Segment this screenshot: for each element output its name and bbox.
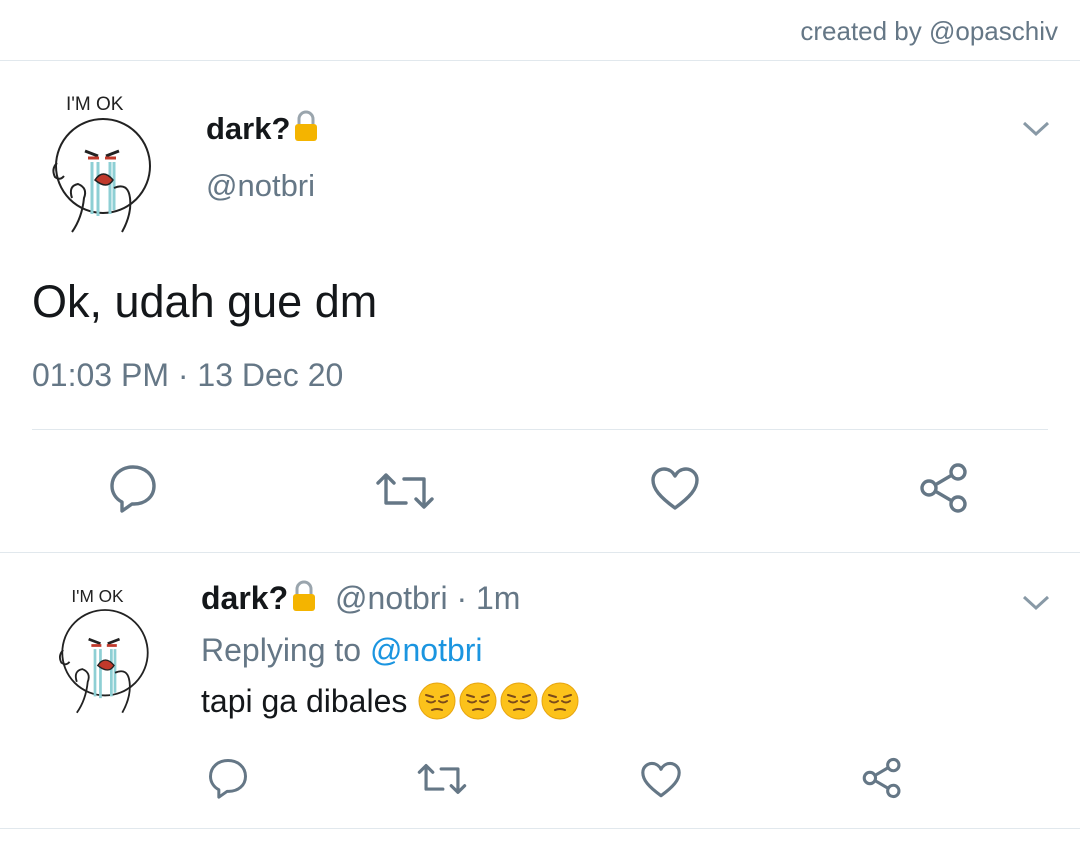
tweet-text: Ok, udah gue dm <box>32 276 378 327</box>
like-icon <box>651 467 699 510</box>
reply-button[interactable] <box>207 756 249 800</box>
like-button[interactable] <box>639 760 683 800</box>
chevron-down-icon[interactable] <box>1022 120 1050 138</box>
pensive-face-icon <box>541 682 579 720</box>
tweet-timestamp[interactable]: 01:03 PM · 13 Dec 20 <box>32 357 343 394</box>
retweet-button[interactable] <box>416 762 468 796</box>
actions-divider <box>32 429 1048 430</box>
replying-label: Replying to <box>201 632 362 668</box>
handle[interactable]: @notbri <box>335 580 448 616</box>
handle[interactable]: @notbri <box>206 168 315 204</box>
emoji-group <box>417 681 581 721</box>
like-icon <box>641 761 681 798</box>
header-divider <box>0 60 1080 61</box>
reply-time: · 1m <box>456 580 521 616</box>
avatar-caption: I'M OK <box>71 586 124 606</box>
reply-button[interactable] <box>108 462 158 514</box>
avatar[interactable]: I'M OK <box>55 580 155 720</box>
retweet-button[interactable] <box>374 470 436 512</box>
lock-icon <box>292 580 316 620</box>
reply-text-content: tapi ga dibales <box>201 682 408 719</box>
reply-header: dark? @notbri · 1m <box>201 580 520 620</box>
reply-text: tapi ga dibales <box>201 681 581 721</box>
like-button[interactable] <box>649 466 701 512</box>
retweet-icon <box>376 473 434 509</box>
replying-to: Replying to @notbri <box>201 632 483 669</box>
mention-link[interactable]: @notbri <box>370 632 483 668</box>
bottom-divider <box>0 828 1080 829</box>
chevron-down-icon[interactable] <box>1022 594 1050 612</box>
share-icon <box>862 757 901 799</box>
share-icon <box>920 463 967 513</box>
lock-icon <box>294 110 318 150</box>
pensive-face-icon <box>459 682 497 720</box>
retweet-icon <box>417 763 467 795</box>
reply-icon <box>209 759 247 799</box>
avatar-image: I'M OK <box>59 586 149 714</box>
display-name[interactable]: dark? <box>201 580 288 616</box>
share-button[interactable] <box>918 462 970 514</box>
share-button[interactable] <box>860 756 904 800</box>
tweet-divider <box>0 552 1080 553</box>
avatar-image: I'M OK <box>52 94 151 233</box>
pensive-face-icon <box>500 682 538 720</box>
credit-label: created by @opaschiv <box>800 16 1058 46</box>
display-name[interactable]: dark? <box>206 110 318 150</box>
avatar-caption: I'M OK <box>66 94 124 115</box>
reply-icon <box>110 465 156 513</box>
pensive-face-icon <box>418 682 456 720</box>
avatar[interactable]: I'M OK <box>48 88 158 238</box>
display-name-text: dark? <box>206 111 291 146</box>
